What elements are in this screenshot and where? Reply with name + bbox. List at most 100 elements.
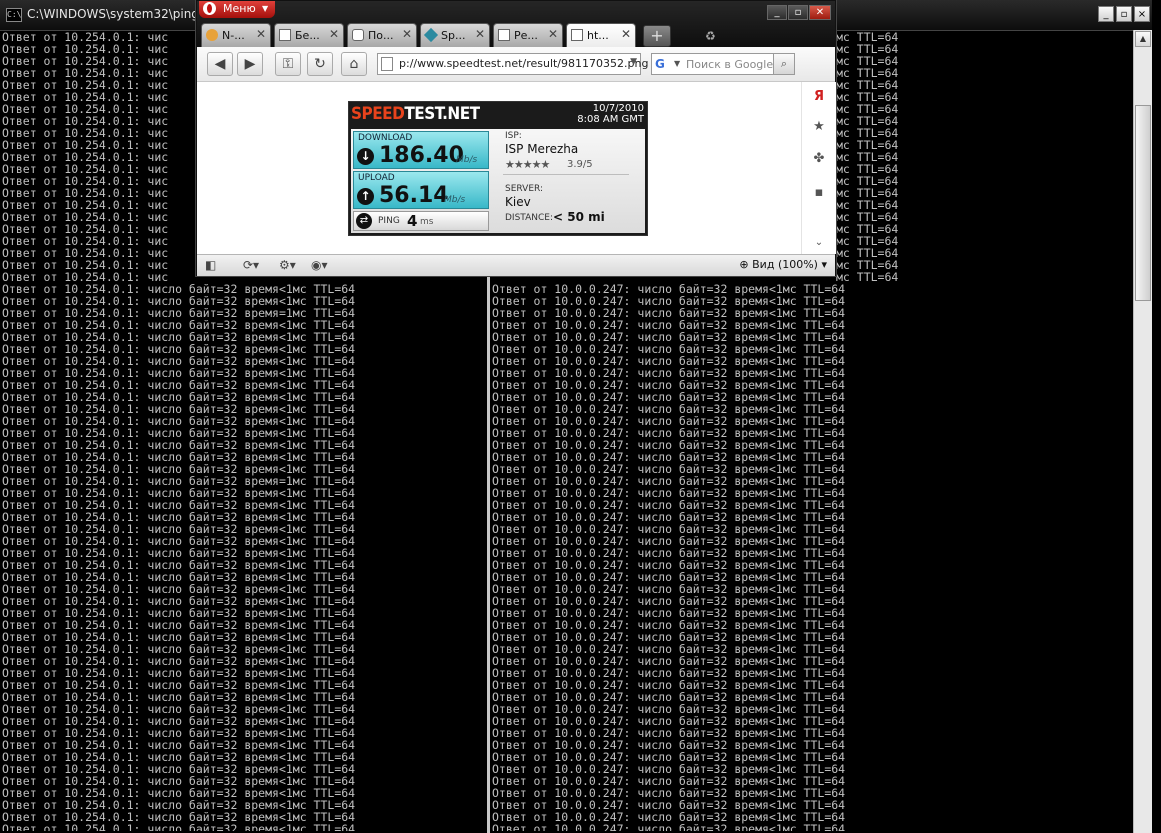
tab-close-icon[interactable]: ✕ [621, 27, 631, 41]
reload-button[interactable]: ↻ [307, 52, 333, 76]
bookmark-star-icon[interactable]: ★ [810, 118, 828, 136]
chevron-down-icon[interactable]: ▼ [674, 59, 680, 68]
tab-item[interactable]: Бе... ✕ [274, 23, 344, 47]
forward-button[interactable]: ▶ [237, 52, 263, 76]
page-content: SPEEDTEST.NET 10/7/2010 8:08 AM GMT DOWN… [197, 82, 801, 254]
ping-value: 4 [407, 212, 418, 230]
chevron-down-icon: ▼ [262, 4, 269, 13]
key-icon[interactable]: ⚿ [275, 52, 301, 76]
search-placeholder[interactable]: Поиск в Google [686, 58, 773, 71]
server-label: SERVER: [505, 184, 544, 194]
address-url[interactable]: p://www.speedtest.net/result/981170352.p… [399, 57, 648, 70]
download-value: 186.40 [379, 143, 464, 168]
upload-meter: UPLOAD ↑ 56.14 Mb/s [353, 171, 489, 209]
tab-item[interactable]: Ре... ✕ [493, 23, 563, 47]
tab-label: Ре... [514, 29, 538, 42]
globe-icon [206, 29, 218, 41]
tab-item[interactable]: N-... ✕ [201, 23, 271, 47]
menu-label: Меню [223, 2, 256, 15]
browser-window: Меню ▼ _ ▫ ✕ N-... ✕ Бе... ✕ По... ✕ Sp.… [196, 0, 836, 276]
cmd-icon: C:\ [6, 8, 22, 22]
console-line: Ответ от 10.254.0.1: число байт=32 время… [2, 822, 356, 831]
search-field[interactable]: G ▼ Поиск в Google ⌕ [651, 53, 795, 75]
download-label: DOWNLOAD [358, 133, 413, 143]
back-button[interactable]: ◀ [207, 52, 233, 76]
isp-rating: 3.9/5 [567, 159, 593, 170]
opera-menu-button[interactable]: Меню ▼ [199, 1, 275, 18]
notes-icon[interactable]: ▪ [810, 184, 828, 202]
speedtest-logo: SPEEDTEST.NET [351, 104, 480, 124]
distance-value: < 50 mi [553, 210, 605, 224]
page-icon [279, 29, 291, 41]
vertical-scrollbar[interactable]: ▲ [1133, 30, 1152, 833]
navigation-bar: ◀ ▶ ⚿ ↻ ⌂ p://www.speedtest.net/result/9… [197, 47, 835, 82]
scroll-thumb[interactable] [1135, 105, 1151, 301]
upload-arrow-icon: ↑ [357, 188, 374, 205]
upload-unit: Mb/s [444, 195, 466, 205]
rating-stars-icon: ★★★★★ [505, 158, 550, 171]
page-icon [352, 29, 364, 41]
new-tab-button[interactable]: + [643, 25, 671, 47]
google-icon[interactable]: G [655, 57, 665, 71]
browser-maximize-button[interactable]: ▫ [788, 5, 808, 20]
upload-value: 56.14 [379, 183, 449, 208]
tab-close-icon[interactable]: ✕ [475, 27, 485, 41]
tab-label: N-... [222, 29, 245, 42]
zoom-control[interactable]: ⊕ Вид (100%) ▾ [739, 258, 827, 271]
page-icon [571, 29, 583, 41]
chevron-down-icon[interactable]: ▼ [630, 57, 637, 67]
tab-close-icon[interactable]: ✕ [256, 27, 266, 41]
home-button[interactable]: ⌂ [341, 52, 367, 76]
tab-close-icon[interactable]: ✕ [402, 27, 412, 41]
ping-icon: ⇄ [356, 213, 372, 229]
page-icon [381, 57, 393, 71]
browser-minimize-button[interactable]: _ [767, 5, 787, 20]
browser-sidebar: Я ★ ✤ ▪ ⌄ [801, 82, 836, 254]
yandex-icon[interactable]: Я [810, 88, 828, 106]
restore-button[interactable]: ▫ [1116, 6, 1132, 22]
panel-toggle-icon[interactable]: ◧ [205, 258, 216, 272]
search-icon[interactable]: ⌕ [773, 53, 795, 75]
speed-dial-icon[interactable]: ◉▾ [311, 258, 328, 272]
page-icon [498, 29, 510, 41]
isp-value: ISP Merezha [505, 142, 579, 156]
result-datetime: 10/7/2010 8:08 AM GMT [577, 103, 644, 125]
tab-label: ht... [587, 29, 609, 42]
browser-titlebar: Меню ▼ _ ▫ ✕ N-... ✕ Бе... ✕ По... ✕ Sp.… [197, 1, 835, 47]
cmd-title: C:\WINDOWS\system32\ping.e [27, 7, 211, 21]
scroll-up-icon[interactable]: ▲ [1135, 31, 1151, 47]
browser-close-button[interactable]: ✕ [809, 5, 831, 20]
opera-logo-icon [203, 2, 216, 15]
tab-item[interactable]: Sp... ✕ [420, 23, 490, 47]
tab-label: Sp... [441, 29, 466, 42]
trash-icon[interactable]: ♻ [705, 29, 719, 43]
upload-label: UPLOAD [358, 173, 395, 183]
download-arrow-icon: ↓ [357, 148, 374, 165]
result-date: 10/7/2010 [592, 103, 644, 114]
sync-icon[interactable]: ⟳▾ [243, 258, 259, 272]
separator [503, 174, 629, 175]
zoom-label[interactable]: Вид (100%) [752, 258, 818, 271]
close-button[interactable]: × [1134, 6, 1150, 22]
tab-bar: N-... ✕ Бе... ✕ По... ✕ Sp... ✕ Ре... ✕ … [201, 23, 671, 47]
turbo-icon[interactable]: ⚙▾ [279, 258, 296, 272]
tab-close-icon[interactable]: ✕ [329, 27, 339, 41]
download-unit: Mb/s [456, 155, 478, 165]
isp-label: ISP: [505, 131, 522, 141]
minimize-button[interactable]: _ [1098, 6, 1114, 22]
tab-close-icon[interactable]: ✕ [548, 27, 558, 41]
tab-item-active[interactable]: ht... ✕ [566, 23, 636, 47]
ping-label: PING [378, 216, 400, 226]
result-time: 8:08 AM GMT [577, 114, 644, 125]
ping-unit: ms [420, 217, 434, 227]
console-line: Ответ от 10.0.0.247: число байт=32 время… [492, 822, 846, 831]
download-meter: DOWNLOAD ↓ 186.40 Mb/s [353, 131, 489, 169]
ping-box: ⇄ PING 4 ms [353, 211, 489, 231]
unite-icon[interactable]: ✤ [810, 150, 828, 168]
tab-label: Бе... [295, 29, 320, 42]
expand-down-icon[interactable]: ⌄ [810, 234, 828, 252]
isp-info: ISP: ISP Merezha ★★★★★ 3.9/5 SERVER: Kie… [491, 129, 643, 233]
diamond-icon [423, 27, 439, 43]
address-bar[interactable]: p://www.speedtest.net/result/981170352.p… [377, 53, 648, 75]
tab-item[interactable]: По... ✕ [347, 23, 417, 47]
